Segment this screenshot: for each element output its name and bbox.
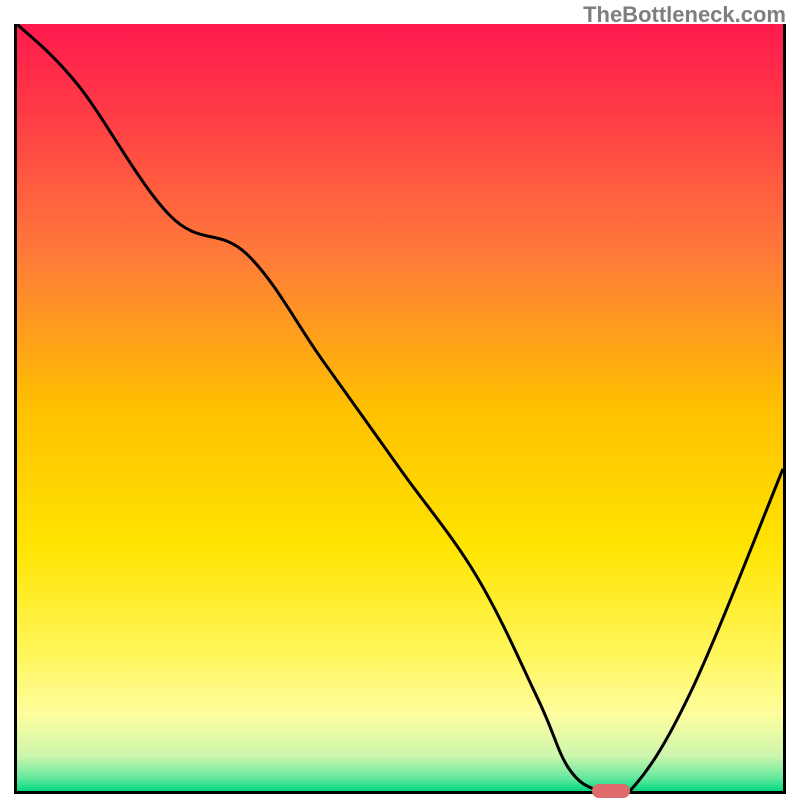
chart-plot (17, 24, 783, 791)
chart-background (17, 24, 783, 791)
optimal-marker (592, 784, 630, 798)
